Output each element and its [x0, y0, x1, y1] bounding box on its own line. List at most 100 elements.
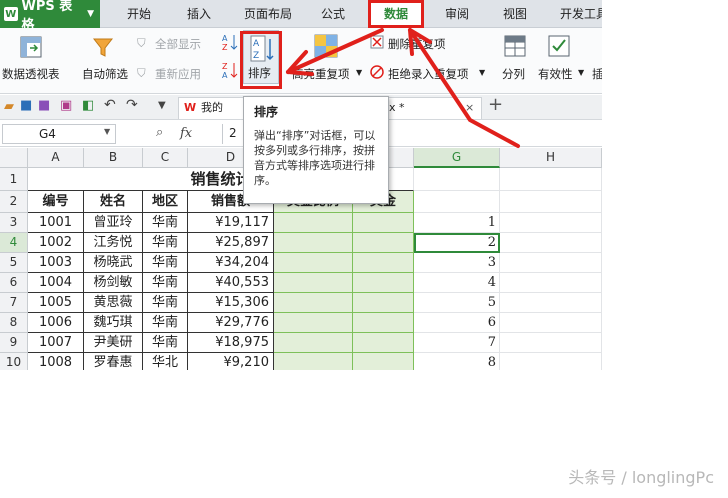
- pivot-table-icon[interactable]: [20, 36, 42, 58]
- chevron-down-icon[interactable]: ▼: [578, 68, 584, 77]
- table-cell[interactable]: ¥34,204: [188, 253, 274, 273]
- table-cell[interactable]: 7: [414, 333, 500, 353]
- tab-page-layout[interactable]: 页面布局: [236, 0, 300, 28]
- table-cell[interactable]: ¥40,553: [188, 273, 274, 293]
- cell[interactable]: [500, 353, 602, 370]
- row-header[interactable]: 10: [0, 353, 28, 370]
- table-cell[interactable]: 杨晓武: [84, 253, 143, 273]
- table-cell[interactable]: 魏巧琪: [84, 313, 143, 333]
- reapply-button[interactable]: 重新应用: [155, 66, 201, 82]
- table-cell[interactable]: 华南: [143, 333, 188, 353]
- new-tab-button[interactable]: +: [488, 94, 503, 115]
- tab-formulas[interactable]: 公式: [310, 0, 356, 28]
- funnel-icon[interactable]: [92, 36, 114, 58]
- reject-duplicates-button[interactable]: 拒绝录入重复项: [388, 66, 469, 82]
- select-all-corner[interactable]: [0, 148, 28, 168]
- table-cell[interactable]: 6: [414, 313, 500, 333]
- table-cell[interactable]: 尹美研: [84, 333, 143, 353]
- print-preview-icon[interactable]: ◧: [82, 98, 94, 113]
- col-header-b[interactable]: B: [84, 148, 143, 168]
- table-cell[interactable]: 曾亚玲: [84, 213, 143, 233]
- tab-home[interactable]: 开始: [116, 0, 162, 28]
- table-cell[interactable]: [274, 253, 353, 273]
- table-cell[interactable]: [274, 213, 353, 233]
- chevron-down-icon[interactable]: ▼: [479, 68, 485, 77]
- table-cell[interactable]: 1004: [28, 273, 84, 293]
- table-cell[interactable]: ¥29,776: [188, 313, 274, 333]
- cell[interactable]: [500, 293, 602, 313]
- remove-duplicates-button[interactable]: 删除重复项: [388, 36, 446, 52]
- table-cell[interactable]: [274, 293, 353, 313]
- table-cell[interactable]: ¥25,897: [188, 233, 274, 253]
- highlight-duplicates-button[interactable]: 高亮重复项: [292, 66, 350, 82]
- autofilter-button[interactable]: 自动筛选: [82, 66, 128, 82]
- table-cell[interactable]: 5: [414, 293, 500, 313]
- split-button[interactable]: 分列: [502, 66, 525, 82]
- row-header[interactable]: 6: [0, 273, 28, 293]
- column-heading-cell[interactable]: 地区: [143, 191, 188, 213]
- save-icon[interactable]: ■: [20, 98, 32, 113]
- redo-icon[interactable]: ↷: [126, 97, 138, 113]
- table-cell[interactable]: ¥18,975: [188, 333, 274, 353]
- table-cell[interactable]: 1002: [28, 233, 84, 253]
- table-cell[interactable]: [353, 333, 414, 353]
- undo-icon[interactable]: ↶: [104, 97, 116, 113]
- pivot-table-button[interactable]: 数据透视表: [2, 66, 60, 82]
- print-icon[interactable]: ▣: [60, 98, 72, 113]
- table-cell[interactable]: 华南: [143, 233, 188, 253]
- close-icon[interactable]: ×: [465, 98, 474, 118]
- table-cell[interactable]: 1006: [28, 313, 84, 333]
- row-header[interactable]: 2: [0, 191, 28, 213]
- name-box[interactable]: G4: [2, 124, 116, 144]
- cell[interactable]: [500, 313, 602, 333]
- table-cell[interactable]: [353, 313, 414, 333]
- cell[interactable]: [500, 253, 602, 273]
- validity-button[interactable]: 有效性: [538, 66, 573, 82]
- tab-workbook[interactable]: x * ×: [382, 97, 482, 119]
- tab-developer[interactable]: 开发工具: [552, 0, 602, 28]
- app-logo[interactable]: W WPS 表格 ▼: [0, 0, 100, 33]
- cell[interactable]: [414, 168, 500, 191]
- row-header[interactable]: 4: [0, 233, 28, 253]
- table-cell[interactable]: 1: [414, 213, 500, 233]
- row-header[interactable]: 9: [0, 333, 28, 353]
- chevron-down-icon[interactable]: ▼: [87, 9, 94, 19]
- table-cell[interactable]: [353, 253, 414, 273]
- export-pdf-icon[interactable]: ■: [38, 98, 50, 113]
- table-cell[interactable]: ¥19,117: [188, 213, 274, 233]
- table-cell[interactable]: 华南: [143, 253, 188, 273]
- table-cell[interactable]: 华南: [143, 313, 188, 333]
- table-cell[interactable]: 华南: [143, 213, 188, 233]
- row-header[interactable]: 5: [0, 253, 28, 273]
- more-button[interactable]: 插: [592, 66, 602, 82]
- row-header[interactable]: 1: [0, 168, 28, 191]
- sort-button[interactable]: A Z 排序: [243, 30, 279, 84]
- validity-icon[interactable]: [548, 34, 570, 58]
- table-cell[interactable]: [274, 233, 353, 253]
- table-cell[interactable]: [274, 333, 353, 353]
- column-heading-cell[interactable]: 编号: [28, 191, 84, 213]
- tab-my-wps[interactable]: W 我的WPS: [178, 97, 244, 134]
- show-all-button[interactable]: 全部显示: [155, 36, 201, 52]
- cell[interactable]: [500, 168, 602, 191]
- cell[interactable]: [500, 333, 602, 353]
- table-cell[interactable]: 江务悦: [84, 233, 143, 253]
- table-cell[interactable]: 4: [414, 273, 500, 293]
- table-cell[interactable]: [274, 353, 353, 370]
- tab-view[interactable]: 视图: [492, 0, 538, 28]
- function-icon[interactable]: fx: [180, 126, 192, 141]
- table-cell[interactable]: 1007: [28, 333, 84, 353]
- table-cell[interactable]: [353, 353, 414, 370]
- table-cell[interactable]: 1003: [28, 253, 84, 273]
- table-cell[interactable]: 华南: [143, 293, 188, 313]
- table-cell[interactable]: 杨剑敏: [84, 273, 143, 293]
- column-heading-cell[interactable]: 姓名: [84, 191, 143, 213]
- col-header-a[interactable]: A: [28, 148, 84, 168]
- table-cell[interactable]: [353, 273, 414, 293]
- reject-duplicates-icon[interactable]: [370, 65, 384, 79]
- col-header-g[interactable]: G: [414, 148, 500, 168]
- row-header[interactable]: 8: [0, 313, 28, 333]
- table-cell[interactable]: 黄思薇: [84, 293, 143, 313]
- tab-insert[interactable]: 插入: [176, 0, 222, 28]
- table-cell[interactable]: ¥15,306: [188, 293, 274, 313]
